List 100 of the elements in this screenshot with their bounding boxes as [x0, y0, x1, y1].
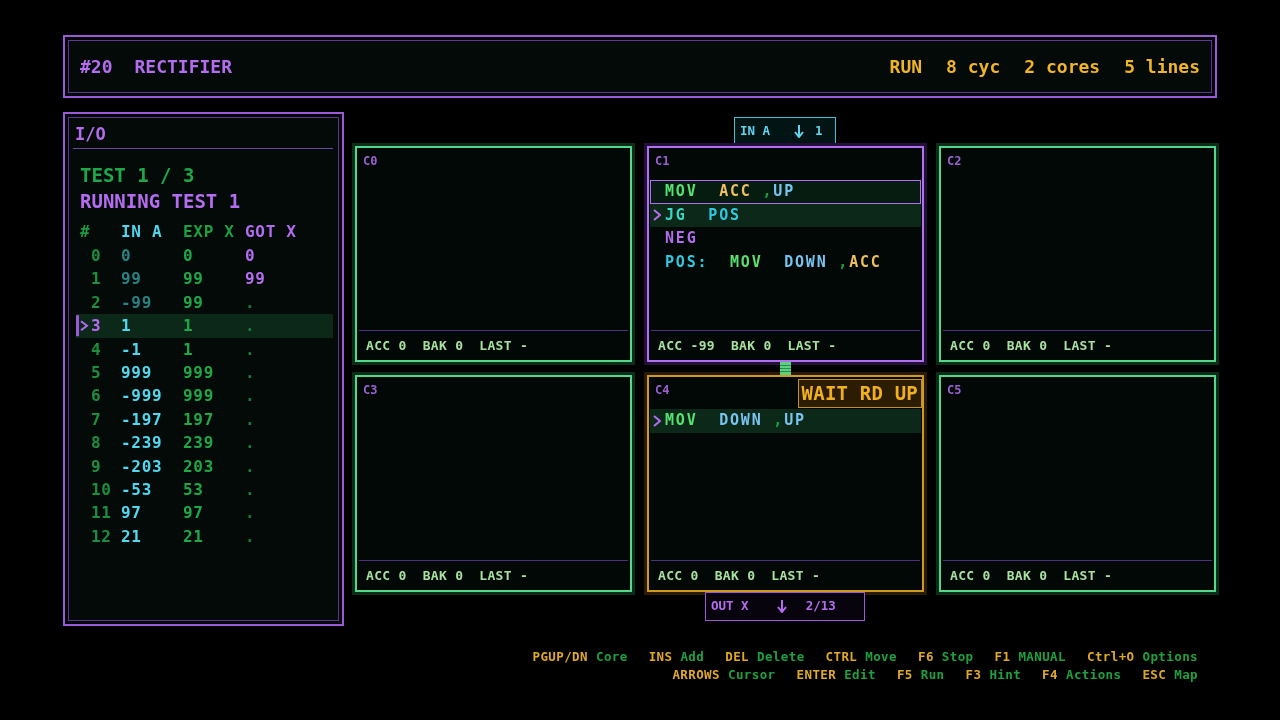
register-readout: LAST - — [1063, 336, 1113, 355]
table-cell-text: -99 — [121, 291, 153, 314]
shortcut-label: MANUAL — [1018, 648, 1066, 666]
shortcut-key: CTRL — [825, 648, 858, 666]
down-arrow-icon — [794, 125, 805, 138]
table-cell-text: 21 — [183, 525, 205, 548]
table-cell-text: . — [245, 338, 257, 361]
row-index: 7 — [90, 408, 103, 431]
table-cell-text: 99 — [183, 268, 205, 291]
register-readout: BAK 0 — [422, 336, 464, 355]
table-cell-text: . — [245, 361, 257, 384]
shortcut-label: Run — [920, 666, 945, 684]
row-index: 8 — [90, 432, 103, 455]
column-header: EXP X — [183, 221, 236, 243]
core-label: C1 — [655, 154, 670, 168]
table-cell-text: . — [245, 408, 257, 431]
table-cell-text: . — [245, 455, 257, 478]
shortcut-label: Hint — [989, 666, 1022, 684]
core-label: C5 — [947, 383, 962, 397]
table-cell: 1 — [183, 314, 245, 338]
register-readout: ACC 0 — [950, 566, 991, 585]
row-index: 12 — [90, 525, 113, 548]
table-cell-text: . — [245, 432, 257, 455]
shortcut-key: F5 — [896, 666, 913, 684]
core-label: C4 — [655, 383, 670, 397]
register-readout: ACC 0 — [366, 566, 407, 585]
stat-text: 2 cores — [1024, 55, 1101, 79]
table-cell-text: 99 — [183, 291, 205, 314]
table-cell: . — [245, 314, 333, 338]
shortcut-key: PGUP/DN — [532, 648, 588, 666]
shortcut-key: F4 — [1042, 666, 1058, 684]
table-cell-text: -197 — [121, 408, 164, 431]
core-panel[interactable]: C3 ACC 0 BAK 0 LAST - — [355, 375, 632, 592]
core-panel[interactable]: C5 ACC 0 BAK 0 LAST - — [939, 375, 1216, 592]
core-panel[interactable]: C2 ACC 0 BAK 0 LAST - — [939, 146, 1216, 362]
test-status: RUNNING TEST 1 — [79, 189, 242, 214]
row-index: 10 — [90, 478, 113, 501]
table-cell-text: 999 — [183, 385, 215, 408]
shortcut-label: Options — [1142, 648, 1198, 666]
row-index: 6 — [90, 385, 103, 408]
table-cell-text: -239 — [121, 432, 164, 455]
port-label: OUT X — [711, 597, 749, 616]
table-cell-text: 0 — [183, 245, 195, 267]
row-pointer-icon — [76, 314, 90, 338]
row-index: 3 — [90, 314, 121, 338]
code-line[interactable]: NEG — [650, 227, 921, 251]
register-readout: LAST - — [479, 336, 529, 355]
shortcut-key: ARROWS — [672, 666, 720, 684]
level-title: RECTIFIER — [134, 55, 233, 79]
register-readout: ACC 0 — [366, 336, 407, 355]
shortcut-label: Core — [595, 648, 628, 666]
shortcut-label: Map — [1174, 666, 1198, 684]
stat-text: RUN — [889, 55, 923, 79]
shortcut-label: Add — [680, 648, 705, 666]
register-readout: BAK 0 — [714, 566, 756, 585]
register-readout: BAK 0 — [422, 566, 464, 585]
row-index: 4 — [90, 338, 103, 361]
chevron-icon — [653, 209, 661, 222]
table-cell-text: -999 — [121, 385, 164, 408]
shortcut-key: ENTER — [796, 666, 837, 684]
table-cell-text: . — [245, 525, 257, 548]
shortcut-label: Edit — [844, 666, 876, 684]
table-cell-text: 197 — [183, 408, 215, 431]
table-cell-text: 239 — [183, 432, 215, 455]
shortcut-key: F6 — [917, 648, 934, 666]
table-cell-text: -1 — [121, 338, 143, 361]
down-arrow-icon — [776, 600, 787, 613]
register-readout: BAK 0 — [730, 336, 772, 355]
table-cell-text: 999 — [121, 361, 153, 384]
shortcut-key: F1 — [994, 648, 1011, 666]
register-readout: BAK 0 — [1006, 566, 1048, 585]
core-panel[interactable]: C1 MOV ACC ,UP JG POS NEG POS: MOV DOWN ,ACC ACC -99 BAK 0 LAST - — [647, 146, 924, 362]
table-cell-text: . — [245, 291, 257, 314]
code-line[interactable]: POS: MOV DOWN ,ACC — [650, 250, 921, 274]
table-cell-text: 999 — [183, 361, 215, 384]
shortcut-key: Ctrl+O — [1086, 648, 1135, 666]
core-panel[interactable]: C4 WAIT RD UP MOV DOWN ,UP ACC 0 BAK 0 LAST - — [647, 375, 924, 592]
status-badge: WAIT RD UP — [797, 379, 922, 408]
panel-title: I/O — [73, 122, 333, 149]
table-cell-text: 203 — [183, 455, 215, 478]
level-number: #20 — [80, 55, 113, 79]
core-label: C3 — [363, 383, 378, 397]
stat-text: 5 lines — [1124, 55, 1200, 79]
striped-square-icon — [780, 362, 791, 375]
table-cell-text: 97 — [121, 502, 143, 525]
column-header: IN A — [121, 221, 164, 243]
table-cell-text: -53 — [121, 478, 153, 501]
core-label: C2 — [947, 154, 962, 168]
row-index: 5 — [90, 361, 103, 384]
shortcut-key: INS — [648, 648, 673, 666]
register-readout: LAST - — [787, 336, 837, 355]
row-index: 9 — [90, 455, 103, 478]
table-cell-text: . — [245, 385, 257, 408]
core-panel[interactable]: C0 ACC 0 BAK 0 LAST - — [355, 146, 632, 362]
table-cell-text: 53 — [183, 478, 205, 501]
table-cell: 1 — [121, 314, 183, 338]
shortcut-key: ESC — [1142, 666, 1167, 684]
register-readout: LAST - — [771, 566, 821, 585]
register-readout: ACC 0 — [658, 566, 699, 585]
row-index: 0 — [90, 245, 103, 267]
